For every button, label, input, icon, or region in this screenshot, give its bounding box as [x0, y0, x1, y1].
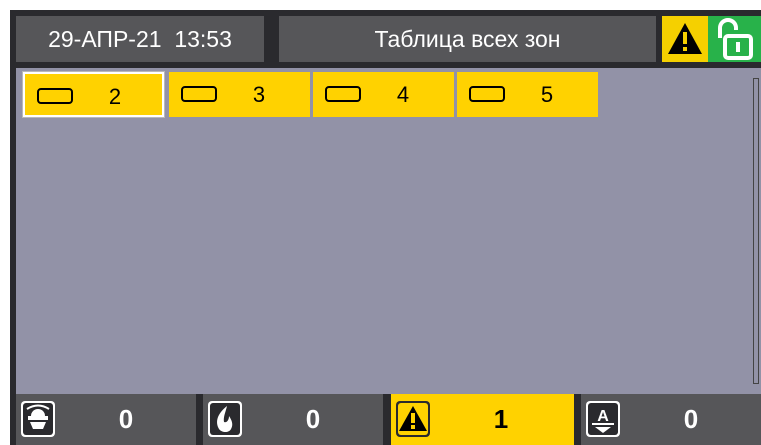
alarm-detector-icon	[21, 401, 55, 437]
access-lock-button[interactable]	[708, 16, 761, 62]
svg-text:A: A	[597, 408, 609, 425]
zone-tile-5[interactable]: 5	[457, 72, 598, 117]
zone-tile-3[interactable]: 3	[169, 72, 310, 117]
fault-counter[interactable]: 1	[391, 394, 574, 445]
zone-indicator-icon	[469, 86, 505, 102]
disabled-zone-icon: A	[586, 401, 620, 437]
zone-indicator-icon	[325, 86, 361, 102]
zone-number: 5	[540, 82, 554, 107]
warning-triangle-icon	[396, 401, 430, 437]
date-text: 29-АПР-21	[48, 26, 162, 52]
zone-indicator-icon	[37, 88, 73, 104]
zone-scrollbar[interactable]	[753, 78, 759, 384]
zone-table: 2 3 4 5	[16, 68, 761, 394]
disabled-counter[interactable]: A 0	[581, 394, 761, 445]
fire-counter[interactable]: 0	[203, 394, 383, 445]
fire-flame-icon	[208, 401, 242, 437]
zone-number: 2	[108, 84, 122, 109]
disabled-count: 0	[683, 404, 699, 434]
alarm-counter[interactable]: 0	[16, 394, 196, 445]
zone-number: 3	[252, 82, 266, 107]
zone-tile-4[interactable]: 4	[313, 72, 454, 117]
status-footer: 0 0 1 A 0	[10, 394, 761, 445]
fire-panel-screen: 29-АПР-21 13:53 Таблица всех зон 2 3 4 5…	[10, 10, 761, 445]
unlocked-padlock-icon	[718, 18, 753, 60]
date-time-display: 29-АПР-21 13:53	[16, 16, 264, 62]
time-text: 13:53	[174, 26, 232, 52]
page-title: Таблица всех зон	[279, 16, 656, 62]
alarm-count: 0	[118, 404, 134, 434]
warning-triangle-icon	[668, 23, 702, 54]
header-bar: 29-АПР-21 13:53 Таблица всех зон	[10, 10, 761, 68]
fire-count: 0	[305, 404, 321, 434]
zone-indicator-icon	[181, 86, 217, 102]
warning-status-button[interactable]	[662, 16, 708, 62]
zone-number: 4	[396, 82, 410, 107]
fault-count: 1	[493, 404, 509, 434]
zone-tile-2[interactable]: 2	[23, 72, 164, 117]
